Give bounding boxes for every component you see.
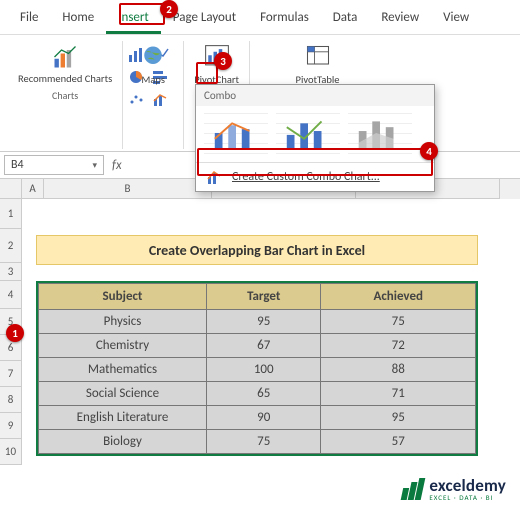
tab-review[interactable]: Review	[369, 6, 431, 34]
tab-view[interactable]: View	[431, 6, 481, 34]
recommended-charts-label: Recommended Charts	[18, 73, 112, 85]
pivottable-icon	[304, 43, 332, 71]
table-row: Chemistry6772	[39, 334, 476, 358]
logo-mark-icon	[401, 478, 426, 500]
row-header[interactable]: 9	[0, 413, 22, 439]
exceldemy-logo: exceldemy EXCEL · DATA · BI	[403, 475, 506, 502]
table-row: Biology7557	[39, 430, 476, 454]
select-all-corner[interactable]	[0, 179, 22, 199]
combo-stacked-area[interactable]	[348, 112, 412, 156]
table-row: Mathematics10088	[39, 358, 476, 382]
recommended-charts-button[interactable]: Recommended Charts	[14, 41, 116, 87]
create-custom-combo-chart-menu[interactable]: Create Custom Combo Chart...	[196, 162, 434, 191]
worksheet: 1 2 3 4 5 6 7 8 9 10 A B C D Create Over…	[0, 179, 520, 465]
tab-data[interactable]: Data	[321, 6, 370, 34]
ribbon-tabs: File Home Insert Page Layout Formulas Da…	[0, 0, 520, 35]
fx-icon[interactable]: fx	[104, 158, 130, 173]
table-row: Social Science6571	[39, 382, 476, 406]
col-header[interactable]: A	[22, 179, 44, 199]
combo-clustered-secondary[interactable]	[276, 112, 340, 156]
row-header[interactable]: 1	[0, 199, 22, 229]
maps-label: Maps	[141, 73, 165, 86]
name-box-value: B4	[11, 158, 24, 172]
table-row: English Literature9095	[39, 406, 476, 430]
tab-home[interactable]: Home	[50, 6, 106, 34]
combo-clustered-line[interactable]	[204, 112, 268, 156]
annotation-marker: 3	[214, 52, 232, 70]
row-header[interactable]: 4	[0, 281, 22, 309]
table-header: Target	[207, 284, 321, 310]
maps-button[interactable]: Maps	[129, 41, 177, 88]
combo-chart-popup: Combo Create Custom Combo Chart...	[195, 84, 435, 192]
tab-insert[interactable]: Insert	[106, 6, 161, 34]
tab-formulas[interactable]: Formulas	[248, 6, 321, 34]
combo-icon	[206, 169, 224, 185]
globe-icon	[139, 43, 167, 71]
data-table[interactable]: Subject Target Achieved Physics9575 Chem…	[36, 281, 478, 456]
annotation-marker: 4	[420, 142, 438, 160]
create-custom-combo-label: Create Custom Combo Chart...	[232, 170, 380, 184]
table-header: Achieved	[321, 284, 476, 310]
row-header[interactable]: 8	[0, 387, 22, 413]
row-header[interactable]: 10	[0, 439, 22, 465]
row-header[interactable]: 7	[0, 361, 22, 387]
name-box[interactable]: B4 ▾	[4, 155, 104, 175]
col-header[interactable]: B	[44, 179, 212, 199]
chart-icon	[51, 43, 79, 71]
chevron-down-icon: ▾	[92, 160, 97, 171]
row-header[interactable]: 3	[0, 263, 22, 281]
table-row: Physics9575	[39, 310, 476, 334]
annotation-marker: 2	[160, 0, 178, 18]
charts-group-label: Charts	[52, 89, 78, 102]
pivottable-button[interactable]: PivotTable	[292, 41, 344, 88]
title-banner: Create Overlapping Bar Chart in Excel	[36, 235, 478, 265]
tab-file[interactable]: File	[8, 6, 50, 34]
row-header[interactable]: 2	[0, 229, 22, 263]
table-header: Subject	[39, 284, 207, 310]
annotation-marker: 1	[6, 324, 24, 342]
popup-title: Combo	[196, 85, 434, 106]
